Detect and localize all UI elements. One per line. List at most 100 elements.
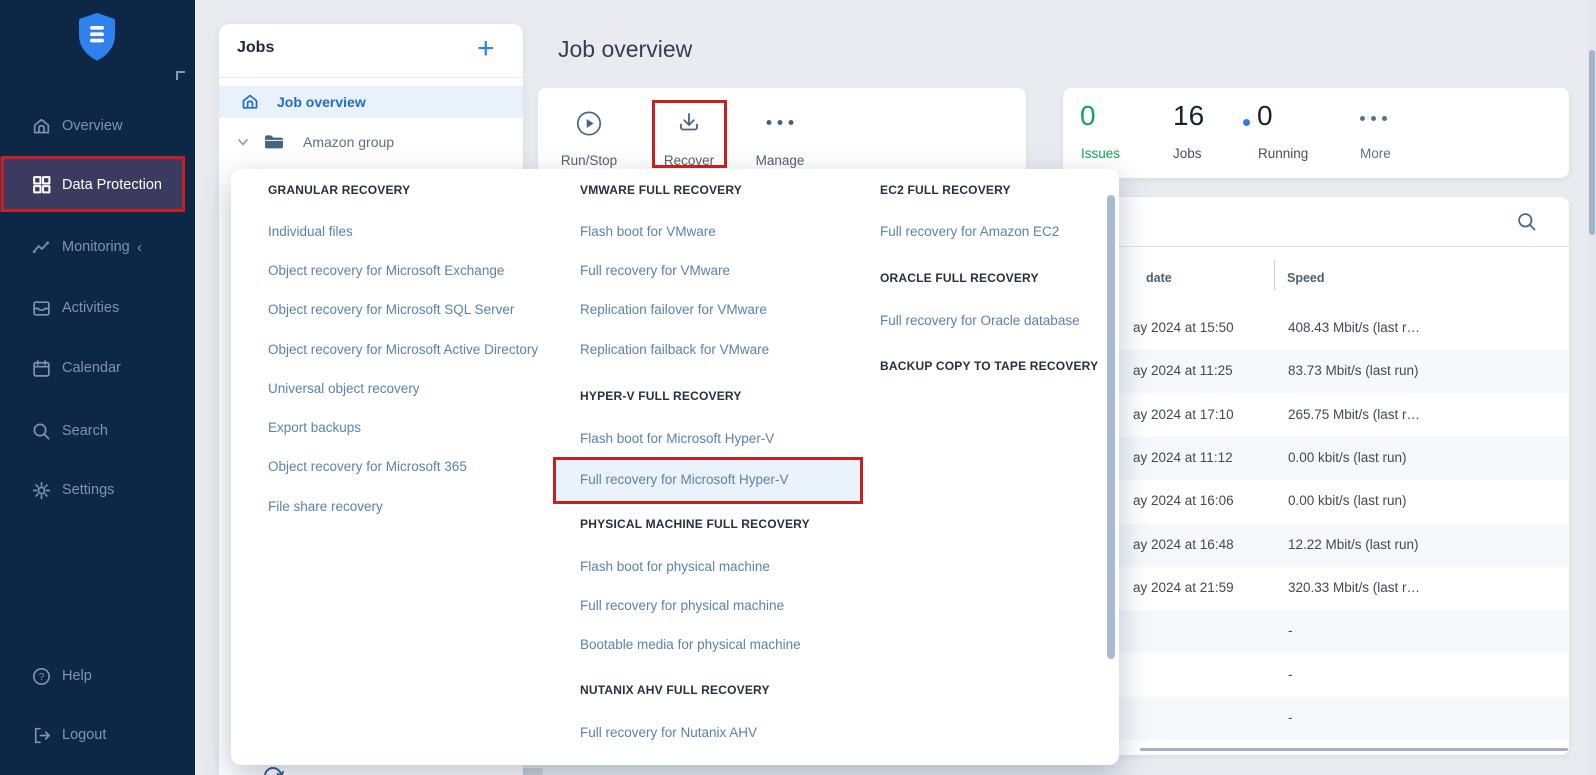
- run-stop-button[interactable]: Run/Stop: [546, 98, 632, 166]
- pulse-icon: [31, 237, 52, 258]
- running-count: 0: [1257, 98, 1273, 134]
- jobs-item-job-overview[interactable]: Job overview: [219, 86, 523, 118]
- sidebar-item-search[interactable]: Search: [0, 403, 195, 459]
- cell-date: ay 2024 at 11:12: [1133, 450, 1233, 465]
- jobs-count: 16: [1173, 98, 1204, 134]
- cell-date: ay 2024 at 17:10: [1133, 407, 1234, 422]
- menu-section-oracle: ORACLE FULL RECOVERY: [880, 268, 1039, 288]
- menu-section-tape: BACKUP COPY TO TAPE RECOVERY: [880, 356, 1098, 376]
- menu-item[interactable]: Flash boot for Microsoft Hyper-V: [580, 429, 774, 449]
- cell-speed: 0.00 kbit/s (last run): [1288, 450, 1407, 465]
- jobs-item-amazon-group[interactable]: Amazon group: [219, 126, 523, 158]
- sidebar-item-monitoring[interactable]: Monitoring ‹: [0, 219, 195, 275]
- sidebar-item-calendar[interactable]: Calendar: [0, 340, 195, 396]
- help-icon: ?: [31, 666, 52, 687]
- column-header-date[interactable]: date: [1146, 271, 1172, 285]
- home-icon: [240, 92, 260, 117]
- run-stop-label: Run/Stop: [561, 153, 617, 168]
- column-divider: [1274, 260, 1275, 290]
- menu-item[interactable]: Full recovery for Amazon EC2: [880, 222, 1059, 242]
- cell-date: ay 2024 at 16:48: [1133, 537, 1234, 552]
- recover-button[interactable]: Recover: [646, 98, 732, 166]
- menu-item[interactable]: Flash boot for physical machine: [580, 557, 770, 577]
- sidebar-item-overview[interactable]: Overview: [0, 98, 195, 154]
- calendar-icon: [31, 358, 52, 379]
- cell-date: ay 2024 at 16:06: [1133, 493, 1234, 508]
- menu-section-physical: PHYSICAL MACHINE FULL RECOVERY: [580, 514, 810, 534]
- menu-item[interactable]: Object recovery for Microsoft Active Dir…: [268, 340, 538, 360]
- menu-item[interactable]: Full recovery for Nutanix AHV: [580, 723, 757, 743]
- sidebar-item-label: Help: [62, 668, 92, 684]
- menu-item[interactable]: Replication failover for VMware: [580, 300, 767, 320]
- menu-item[interactable]: Full recovery for Oracle database: [880, 311, 1080, 331]
- menu-item[interactable]: Replication failback for VMware: [580, 340, 769, 360]
- add-job-button[interactable]: +: [477, 32, 495, 66]
- menu-item[interactable]: Object recovery for Microsoft 365: [268, 457, 467, 477]
- svg-text:?: ?: [39, 672, 45, 683]
- ellipsis-icon: [767, 120, 794, 125]
- cell-speed: -: [1288, 710, 1293, 725]
- menu-item[interactable]: Full recovery for VMware: [580, 261, 730, 281]
- sidebar-item-help[interactable]: ? Help: [0, 648, 195, 704]
- menu-item[interactable]: Bootable media for physical machine: [580, 635, 801, 655]
- chevron-left-icon[interactable]: ‹: [137, 239, 142, 256]
- home-icon: [31, 116, 52, 137]
- recover-dropdown-menu: GRANULAR RECOVERY Individual files Objec…: [231, 169, 1119, 765]
- jobs-panel-scrollbar-fragment[interactable]: [521, 768, 543, 775]
- cell-speed: 408.43 Mbit/s (last r…: [1288, 320, 1420, 335]
- page-scrollbar-thumb[interactable]: [1589, 50, 1595, 235]
- sidebar-item-logout[interactable]: Logout: [0, 707, 195, 763]
- jobs-item-label: Job overview: [277, 94, 366, 110]
- menu-section-vmware: VMWARE FULL RECOVERY: [580, 180, 742, 200]
- jobs-label: Jobs: [1173, 146, 1202, 161]
- logout-icon: [31, 725, 52, 746]
- menu-item[interactable]: Full recovery for physical machine: [580, 596, 784, 616]
- grid-icon: [31, 174, 52, 195]
- issues-count: 0: [1080, 98, 1096, 134]
- sidebar-item-label: Overview: [62, 118, 122, 134]
- sidebar-item-label: Activities: [62, 300, 119, 316]
- menu-item[interactable]: Object recovery for Microsoft SQL Server: [268, 300, 514, 320]
- search-icon[interactable]: [1516, 211, 1538, 233]
- cell-date: ay 2024 at 11:25: [1133, 363, 1233, 378]
- play-circle-icon: [576, 110, 603, 137]
- manage-label: Manage: [756, 153, 805, 168]
- app-logo-shield-icon: [74, 12, 120, 66]
- folder-icon: [263, 132, 285, 157]
- inbox-icon: [31, 298, 52, 319]
- menu-section-hyperv: HYPER-V FULL RECOVERY: [580, 386, 742, 406]
- issues-label[interactable]: Issues: [1081, 146, 1120, 161]
- more-label[interactable]: More: [1360, 146, 1391, 161]
- ellipsis-icon: [1360, 116, 1387, 121]
- sidebar-item-data-protection[interactable]: Data Protection: [0, 157, 184, 212]
- sidebar-item-label: Logout: [62, 727, 106, 743]
- menu-scrollbar[interactable]: [1107, 195, 1115, 659]
- cell-speed: 0.00 kbit/s (last run): [1288, 493, 1407, 508]
- sidebar-item-label: Settings: [62, 482, 114, 498]
- sidebar-item-label: Data Protection: [62, 177, 162, 193]
- menu-section-ec2: EC2 FULL RECOVERY: [880, 180, 1011, 200]
- sidebar-item-activities[interactable]: Activities: [0, 280, 195, 336]
- cell-speed: 83.73 Mbit/s (last run): [1288, 363, 1419, 378]
- cell-speed: 320.33 Mbit/s (last r…: [1288, 580, 1420, 595]
- sidebar-collapse-icon[interactable]: [176, 71, 185, 80]
- horizontal-scrollbar[interactable]: [1140, 748, 1568, 751]
- divider: [219, 77, 523, 78]
- menu-item[interactable]: Individual files: [268, 222, 353, 242]
- jobs-item-label: Amazon group: [303, 134, 394, 150]
- sidebar-item-label: Search: [62, 423, 108, 439]
- menu-item[interactable]: Export backups: [268, 418, 361, 438]
- manage-button[interactable]: Manage: [737, 98, 823, 166]
- cell-speed: -: [1288, 623, 1293, 638]
- chevron-down-icon[interactable]: [236, 135, 250, 154]
- sidebar-item-settings[interactable]: Settings: [0, 462, 195, 518]
- menu-section-granular: GRANULAR RECOVERY: [268, 180, 410, 200]
- menu-item[interactable]: Flash boot for VMware: [580, 222, 716, 242]
- menu-item[interactable]: Universal object recovery: [268, 379, 420, 399]
- menu-item[interactable]: Object recovery for Microsoft Exchange: [268, 261, 504, 281]
- running-label: Running: [1258, 146, 1308, 161]
- menu-item-selected[interactable]: Full recovery for Microsoft Hyper-V: [580, 470, 789, 490]
- column-header-speed[interactable]: Speed: [1287, 271, 1325, 285]
- recover-label: Recover: [664, 153, 714, 168]
- menu-item[interactable]: File share recovery: [268, 497, 383, 517]
